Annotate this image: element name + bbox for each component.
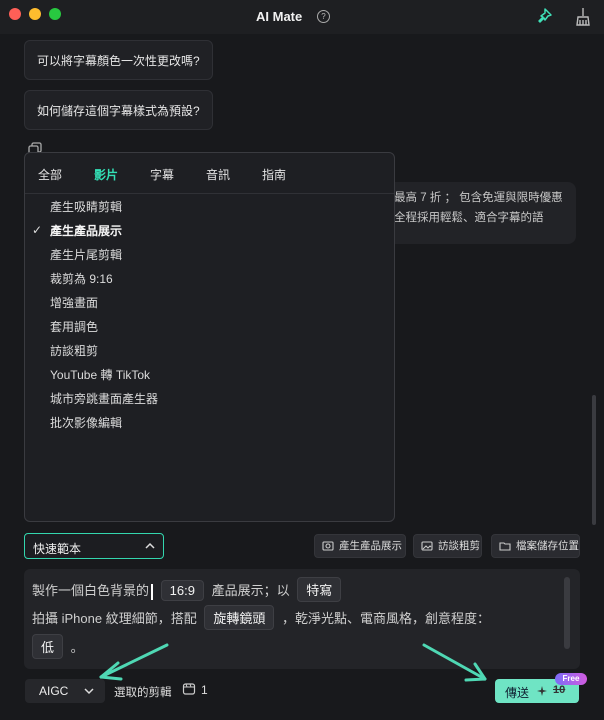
menu-item[interactable]: 套用調色 <box>50 318 98 335</box>
send-label: 傳送 <box>505 686 530 700</box>
menu-item[interactable]: 產生吸睛剪輯 <box>50 198 122 215</box>
pin-icon[interactable] <box>535 7 553 25</box>
menu-item[interactable]: 產生片尾剪輯 <box>50 246 122 263</box>
menu-item[interactable]: 裁剪為 9:16 <box>50 270 113 287</box>
product-showcase-button[interactable]: 產生產品展示 <box>314 534 406 558</box>
suggestion-chip[interactable]: 可以將字幕顏色一次性更改嗎? <box>24 40 213 80</box>
prompt-tag[interactable]: 16:9 <box>160 580 204 601</box>
prompt-composer[interactable]: 製作一個白色背景的 16:9 產品展示；以 特寫 拍攝 iPhone 紋理細節，… <box>24 569 580 669</box>
prompt-text: 製作一個白色背景的 <box>32 583 150 598</box>
zoom-window-button[interactable] <box>49 8 61 20</box>
prompt-line: 製作一個白色背景的 16:9 產品展示；以 特寫 <box>32 577 345 602</box>
prompt-line: 低 。 <box>32 634 84 659</box>
prompt-text: 產品展示；以 <box>211 583 290 598</box>
chevron-down-icon <box>84 688 94 695</box>
suggestion-chip[interactable]: 如何儲存這個字幕樣式為預設? <box>24 90 213 130</box>
model-label: AIGC <box>39 684 69 698</box>
image-icon <box>421 541 433 551</box>
button-label: 產生產品展示 <box>339 540 402 552</box>
tab-subtitle[interactable]: 字幕 <box>150 166 174 183</box>
file-location-button[interactable]: 檔案儲存位置 <box>491 534 580 558</box>
clip-count: 1 <box>201 683 208 697</box>
menu-item[interactable]: 增強畫面 <box>50 294 98 311</box>
answer-text: 最高 7 折 ； 包含免運與限時優惠 全程採用輕鬆、適合字幕的語 <box>394 188 574 228</box>
clip-icon <box>182 683 196 695</box>
chevron-up-icon <box>145 542 155 549</box>
credit-cost: 10 <box>553 684 566 696</box>
prompt-text: ，乾淨光點、電商風格，創意程度： <box>281 611 490 626</box>
button-label: 訪談粗剪 <box>438 540 480 552</box>
menu-item-selected[interactable]: 產生產品展示 <box>50 222 122 239</box>
model-select[interactable]: AIGC <box>25 679 105 703</box>
tab-guide[interactable]: 指南 <box>262 166 286 183</box>
tab-all[interactable]: 全部 <box>38 166 62 183</box>
quick-template-label: 快速範本 <box>33 542 82 556</box>
folder-icon <box>499 542 511 551</box>
window-title: AI Mate <box>256 9 303 24</box>
composer-scrollbar[interactable] <box>564 577 570 649</box>
free-badge: Free <box>555 673 587 685</box>
minimize-window-button[interactable] <box>29 8 41 20</box>
answer-line: 最高 7 折 ； 包含免運與限時優惠 <box>394 192 563 204</box>
quick-template-menu: 全部 影片 字幕 音訊 指南 ✓ 產生吸睛剪輯 產生產品展示 產生片尾剪輯 裁剪… <box>24 152 395 522</box>
selected-clip-label: 選取的剪輯 <box>114 687 172 699</box>
interview-cut-button[interactable]: 訪談粗剪 <box>413 534 482 558</box>
answer-line: 全程採用輕鬆、適合字幕的語 <box>394 212 544 224</box>
prompt-text: 。 <box>70 640 84 655</box>
menu-item[interactable]: 城市旁跳畫面產生器 <box>50 390 158 407</box>
spark-icon <box>537 686 547 696</box>
text-caret <box>151 583 154 600</box>
menu-item[interactable]: 批次影像編輯 <box>50 414 122 431</box>
chat-scrollbar[interactable] <box>592 395 596 525</box>
close-window-button[interactable] <box>9 8 21 20</box>
tab-video[interactable]: 影片 <box>94 166 118 183</box>
menu-tabs: 全部 影片 字幕 音訊 指南 <box>25 153 394 194</box>
help-icon[interactable]: ? <box>317 10 330 23</box>
title-bar: AI Mate ? <box>0 0 604 34</box>
prompt-text: 拍攝 iPhone 紋理細節，搭配 <box>32 611 197 626</box>
free-badge-label: Free <box>562 674 580 683</box>
button-label: 檔案儲存位置 <box>516 540 579 552</box>
menu-item[interactable]: 訪談粗剪 <box>50 342 98 359</box>
product-icon <box>322 541 334 551</box>
broom-icon[interactable] <box>574 7 592 27</box>
prompt-line: 拍攝 iPhone 紋理細節，搭配 旋轉鏡頭 ，乾淨光點、電商風格，創意程度： <box>32 605 490 630</box>
quick-template-select[interactable]: 快速範本 <box>24 533 164 559</box>
prompt-tag[interactable]: 特寫 <box>297 577 342 602</box>
check-icon: ✓ <box>32 223 43 237</box>
prompt-tag[interactable]: 旋轉鏡頭 <box>204 605 275 630</box>
menu-item[interactable]: YouTube 轉 TikTok <box>50 366 150 383</box>
tab-audio[interactable]: 音訊 <box>206 166 230 183</box>
prompt-tag[interactable]: 低 <box>32 634 64 659</box>
